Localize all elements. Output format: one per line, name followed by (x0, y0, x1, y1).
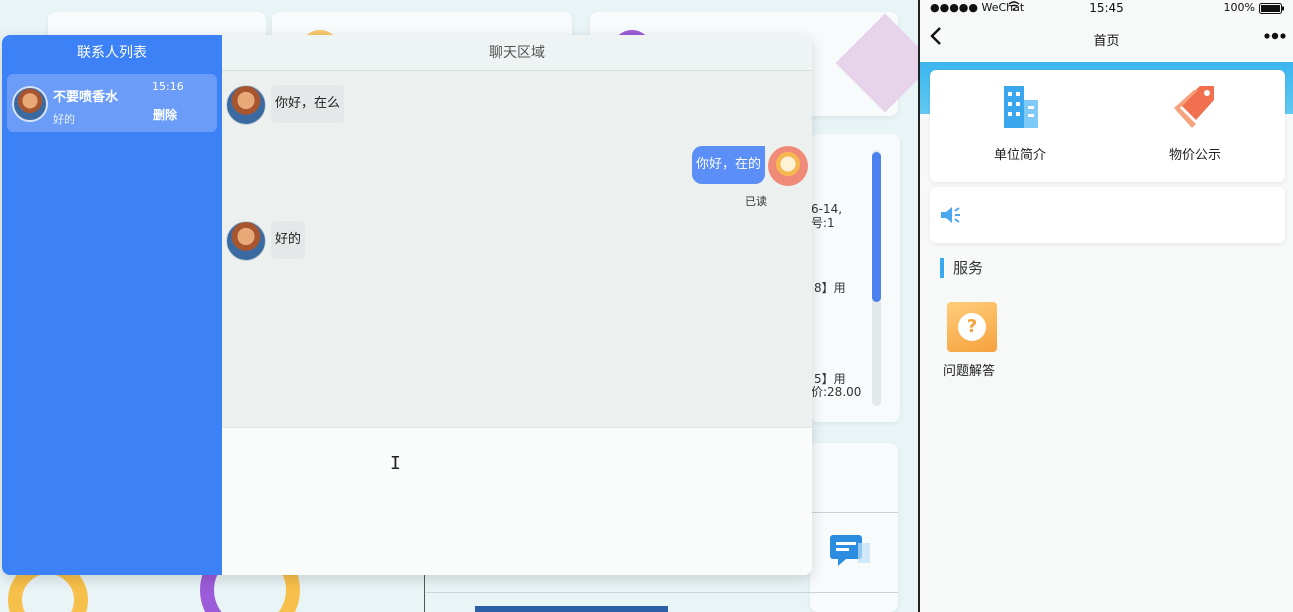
bg-bar (475, 606, 668, 612)
battery-level: 100% (1223, 1, 1255, 14)
question-icon: ? (947, 302, 997, 352)
divider (810, 512, 898, 513)
contact-list-panel: 联系人列表 不要喷香水 15:16 好的 删除 (2, 35, 222, 575)
avatar (226, 221, 266, 261)
scrollbar-thumb[interactable] (872, 152, 881, 302)
message-bubble: 你好，在么 (271, 85, 345, 123)
text-cursor-icon: I (390, 453, 401, 474)
delete-contact-button[interactable]: 删除 (153, 106, 177, 123)
phone-simulator: ●●●●● WeChat 15:45 100% 首页 单位简介 物价公示 服务 … (918, 0, 1293, 612)
nav-bar: 首页 (920, 18, 1293, 62)
contact-item[interactable]: 不要喷香水 15:16 好的 删除 (7, 74, 217, 132)
message-bubble: 你好，在的 (691, 146, 765, 184)
bg-text: 价:28.00 (811, 385, 862, 399)
divider (426, 592, 898, 593)
read-status: 已读 (745, 195, 767, 208)
building-icon (998, 86, 1042, 134)
bg-card (810, 443, 898, 612)
message-bubble: 好的 (271, 221, 306, 259)
speaker-icon (940, 205, 962, 229)
message-list[interactable]: 你好，在么 你好，在的 已读 好的 (222, 71, 812, 427)
status-bar: ●●●●● WeChat 15:45 100% (920, 0, 1293, 18)
service-faq[interactable]: ? 问题解答 (942, 302, 1002, 379)
battery-icon (1259, 3, 1285, 17)
contact-last-message: 好的 (53, 113, 75, 126)
avatar (12, 86, 48, 122)
menu-item-label: 物价公示 (1168, 148, 1221, 163)
chat-bubble-icon[interactable] (828, 533, 872, 569)
message-input[interactable]: I (222, 427, 812, 575)
contact-list-title: 联系人列表 (77, 45, 147, 61)
menu-item-price-notice[interactable]: 物价公示 (1135, 82, 1255, 163)
contact-time: 15:16 (152, 80, 184, 93)
menu-item-label: 单位简介 (993, 148, 1046, 163)
contact-name: 不要喷香水 (53, 90, 119, 105)
more-icon[interactable] (1263, 26, 1287, 51)
price-tag-icon (1170, 86, 1220, 134)
bg-text: 8】用 (814, 281, 846, 295)
bg-text: 号:1 (811, 216, 835, 230)
section-title: 服务 (940, 258, 983, 278)
scrollbar[interactable] (872, 150, 881, 406)
divider (424, 575, 425, 612)
menu-item-company-intro[interactable]: 单位简介 (960, 82, 1080, 163)
chat-window: 联系人列表 不要喷香水 15:16 好的 删除 聊天区域 你好，在么 你好，在的… (2, 35, 812, 575)
avatar (226, 85, 266, 125)
avatar (768, 146, 808, 186)
notice-bar[interactable] (930, 187, 1285, 243)
chat-title: 聊天区域 (222, 35, 812, 71)
service-label: 问题解答 (942, 364, 995, 379)
page-title: 首页 (1093, 34, 1120, 49)
menu-grid: 单位简介 物价公示 (930, 70, 1285, 182)
chat-area: 聊天区域 你好，在么 你好，在的 已读 好的 I (222, 35, 812, 575)
